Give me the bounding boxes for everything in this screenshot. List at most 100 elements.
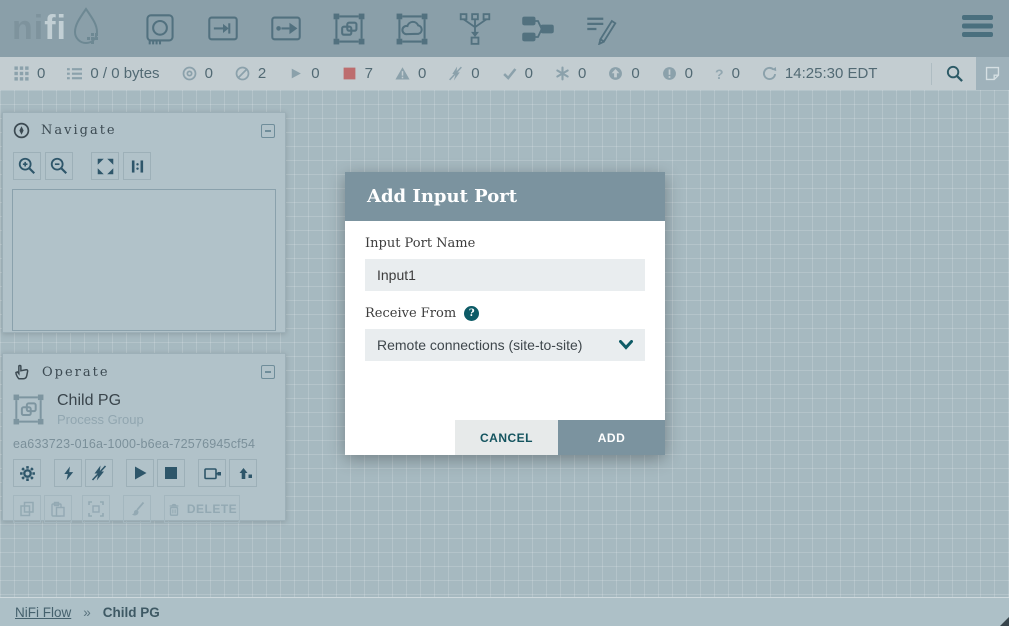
zoom-fit-button[interactable] bbox=[91, 152, 119, 180]
upload-template-button[interactable] bbox=[229, 459, 257, 487]
component-type: Process Group bbox=[57, 412, 144, 427]
cancel-button[interactable]: CANCEL bbox=[455, 420, 558, 455]
input-port-name-field[interactable] bbox=[365, 259, 645, 291]
navigate-panel: Navigate bbox=[2, 112, 286, 333]
copy-button[interactable] bbox=[13, 495, 41, 523]
input-port-icon[interactable] bbox=[207, 13, 239, 45]
zoom-out-button[interactable] bbox=[45, 152, 73, 180]
output-port-icon[interactable] bbox=[270, 13, 302, 45]
help-icon[interactable]: ? bbox=[464, 306, 479, 321]
bulletin-icon[interactable] bbox=[976, 57, 1009, 90]
process-group-icon[interactable] bbox=[333, 13, 365, 45]
status-value: 0 bbox=[631, 65, 639, 82]
start-button[interactable] bbox=[126, 459, 154, 487]
birdseye-minimap[interactable] bbox=[12, 189, 276, 331]
navigate-header: Navigate bbox=[3, 113, 285, 146]
sync-failure-icon: ? bbox=[715, 66, 724, 82]
operate-title: Operate bbox=[42, 365, 110, 380]
component-toolbar: nifi bbox=[0, 0, 1009, 57]
hamburger-menu-icon[interactable] bbox=[962, 15, 993, 42]
status-value: 0 bbox=[732, 65, 740, 82]
refresh-icon[interactable] bbox=[762, 66, 777, 81]
status-value: 0 bbox=[205, 65, 213, 82]
delete-label: DELETE bbox=[187, 502, 237, 516]
flow-status-bar: 0 0 / 0 bytes 0 2 0 7 0 0 0 0 0 0 bbox=[0, 57, 1009, 90]
status-value: 7 bbox=[365, 65, 373, 82]
stopped-icon bbox=[342, 66, 357, 81]
status-value: 0 bbox=[525, 65, 533, 82]
running-count: 0 bbox=[288, 65, 319, 82]
draggable-components bbox=[144, 13, 617, 45]
logo-text: ni bbox=[12, 9, 44, 48]
zoom-in-button[interactable] bbox=[13, 152, 41, 180]
breadcrumb-separator: » bbox=[83, 605, 91, 620]
queued-icon bbox=[67, 66, 82, 81]
up-to-date-count: 0 bbox=[502, 65, 533, 82]
invalid-count: 0 bbox=[395, 65, 426, 82]
status-value: 0 bbox=[37, 65, 45, 82]
template-icon[interactable] bbox=[522, 13, 554, 45]
transmitting-icon bbox=[182, 66, 197, 81]
status-value: 0 bbox=[685, 65, 693, 82]
breadcrumb-current: Child PG bbox=[103, 605, 160, 620]
breadcrumb-root[interactable]: NiFi Flow bbox=[15, 605, 71, 620]
process-group-icon bbox=[13, 394, 44, 425]
locally-modified-stale-count: 0 bbox=[662, 65, 693, 82]
locally-modified-icon bbox=[555, 66, 570, 81]
fill-color-button[interactable] bbox=[123, 495, 151, 523]
sync-failure-count: ? 0 bbox=[715, 65, 740, 82]
status-value: 0 bbox=[471, 65, 479, 82]
component-id: ea633723-016a-1000-b6ea-72576945cf54 bbox=[3, 427, 285, 451]
processor-icon[interactable] bbox=[144, 13, 176, 45]
disable-button[interactable] bbox=[85, 459, 113, 487]
remote-process-group-icon[interactable] bbox=[396, 13, 428, 45]
up-to-date-icon bbox=[502, 66, 517, 81]
stale-icon bbox=[608, 66, 623, 81]
status-value: 0 bbox=[311, 65, 319, 82]
status-value: 0 bbox=[418, 65, 426, 82]
search-icon[interactable] bbox=[932, 57, 976, 90]
navigate-title: Navigate bbox=[41, 123, 117, 138]
active-threads-icon bbox=[14, 66, 29, 81]
resize-grip bbox=[1000, 617, 1009, 626]
create-template-button[interactable] bbox=[198, 459, 226, 487]
compass-icon bbox=[13, 122, 30, 139]
label-icon[interactable] bbox=[585, 13, 617, 45]
dialog-title: Add Input Port bbox=[367, 186, 517, 207]
paste-button[interactable] bbox=[44, 495, 72, 523]
hand-icon bbox=[13, 363, 31, 381]
status-value: 0 bbox=[578, 65, 586, 82]
breadcrumb: NiFi Flow » Child PG bbox=[0, 597, 1009, 626]
operate-panel: Operate Child PG Process Group ea633723-… bbox=[2, 353, 286, 521]
zoom-actual-size-button[interactable] bbox=[123, 152, 151, 180]
stale-count: 0 bbox=[608, 65, 639, 82]
enable-button[interactable] bbox=[54, 459, 82, 487]
not-transmitting-count: 2 bbox=[235, 65, 266, 82]
not-transmitting-icon bbox=[235, 66, 250, 81]
collapse-operate-button[interactable] bbox=[261, 365, 275, 379]
nifi-logo: nifi bbox=[12, 7, 122, 50]
running-icon bbox=[288, 66, 303, 81]
chevron-down-icon bbox=[619, 340, 633, 350]
add-input-port-dialog: Add Input Port Input Port Name Receive F… bbox=[345, 172, 665, 455]
disabled-count: 0 bbox=[448, 65, 479, 82]
status-value: 2 bbox=[258, 65, 266, 82]
collapse-navigate-button[interactable] bbox=[261, 124, 275, 138]
funnel-icon[interactable] bbox=[459, 13, 491, 45]
group-button[interactable] bbox=[82, 495, 110, 523]
input-port-name-label: Input Port Name bbox=[365, 236, 645, 251]
add-button[interactable]: ADD bbox=[558, 420, 665, 455]
last-refreshed-time: 14:25:30 EDT bbox=[785, 65, 878, 82]
receive-from-select[interactable]: Remote connections (site-to-site) bbox=[365, 329, 645, 361]
configure-button[interactable] bbox=[13, 459, 41, 487]
delete-button[interactable]: DELETE bbox=[164, 495, 240, 523]
stop-button[interactable] bbox=[157, 459, 185, 487]
nifi-drop-icon bbox=[69, 7, 103, 50]
refresh-status: 14:25:30 EDT bbox=[762, 65, 878, 82]
operate-actions-row-2: DELETE bbox=[3, 487, 285, 523]
component-name: Child PG bbox=[57, 392, 144, 410]
selected-component: Child PG Process Group bbox=[3, 388, 285, 427]
active-threads-count: 0 bbox=[14, 65, 45, 82]
status-value: 0 / 0 bytes bbox=[90, 65, 159, 82]
operate-header: Operate bbox=[3, 354, 285, 388]
